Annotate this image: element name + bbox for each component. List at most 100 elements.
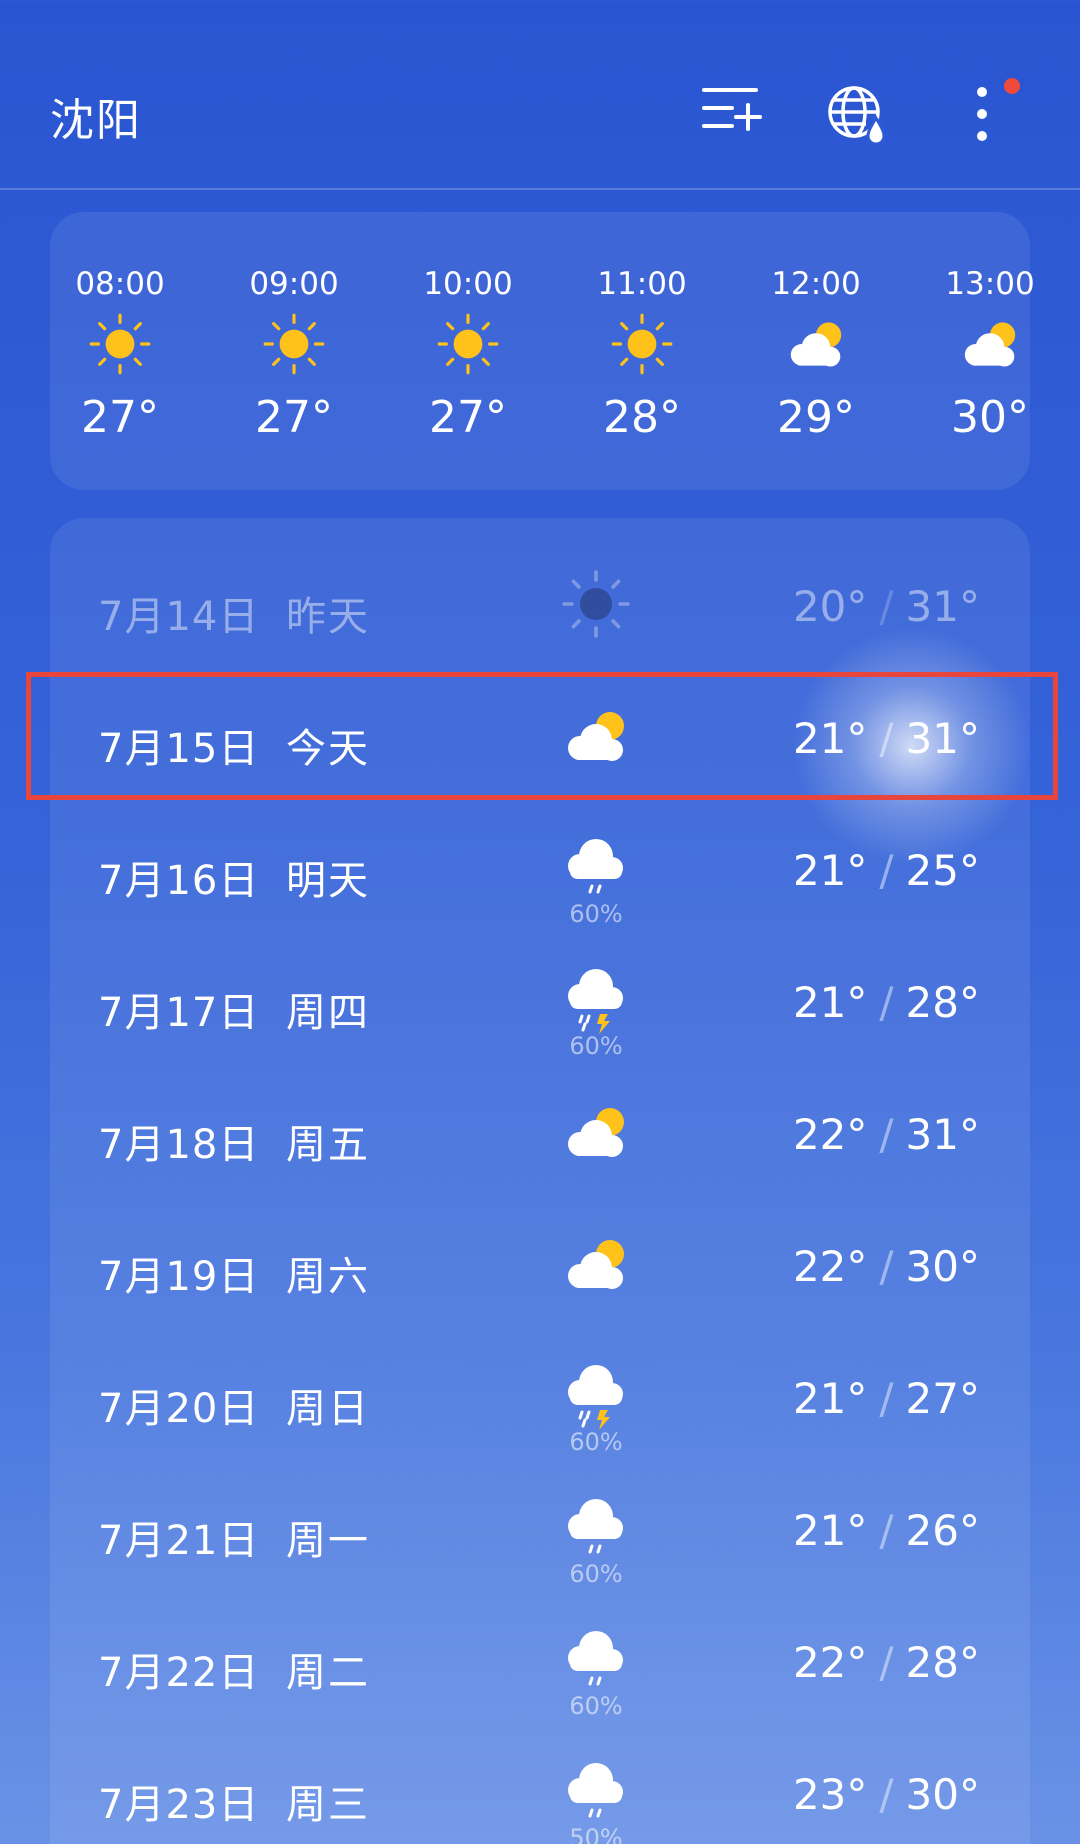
forecast-date: 7月16日 [98, 858, 260, 904]
temp-range: 22°/31° [793, 1110, 980, 1159]
forecast-row[interactable]: 7月23日 周三 50% 23°/30° [50, 1732, 1030, 1844]
temp-low: 23° [792, 1770, 868, 1819]
temp-range: 22°/28° [793, 1638, 980, 1687]
hour-item: 10:00 27° [398, 212, 538, 490]
temp-high: 31° [905, 582, 980, 631]
temp-separator: / [879, 1638, 894, 1687]
hour-item: 08:00 27° [50, 212, 190, 490]
hour-time: 12:00 [771, 266, 861, 302]
forecast-row[interactable]: 7月16日 明天 60% 21°/25° [50, 808, 1030, 940]
hourly-forecast[interactable]: 08:00 27° 09:00 27° 10:00 27° 11:00 28° … [50, 212, 1035, 490]
today-highlight-box [26, 672, 1058, 800]
temp-separator: / [879, 1374, 894, 1423]
temp-separator: / [879, 1242, 894, 1291]
precip-chance: 50% [569, 1824, 623, 1844]
temp-high: 25° [905, 846, 980, 895]
temp-range: 20°/31° [793, 582, 980, 631]
forecast-date: 7月19日 [98, 1254, 260, 1300]
forecast-row[interactable]: 7月22日 周二 60% 22°/28° [50, 1600, 1030, 1732]
forecast-date: 7月22日 [98, 1650, 260, 1696]
forecast-day: 周四 [286, 990, 370, 1036]
temp-high: 26° [905, 1506, 980, 1555]
forecast-row[interactable]: 7月19日 周六 22°/30° [50, 1204, 1030, 1336]
temp-range: 21°/28° [793, 978, 980, 1027]
forecast-date: 7月18日 [98, 1122, 260, 1168]
notification-dot [1004, 78, 1020, 94]
partly-cloudy-icon [556, 1092, 636, 1172]
sun-icon [556, 564, 636, 644]
temp-low: 21° [792, 846, 868, 895]
sun-icon [606, 308, 678, 380]
rain-icon [556, 1488, 636, 1568]
temp-low: 20° [792, 582, 868, 631]
temp-low: 22° [792, 1638, 868, 1687]
more-vert-icon[interactable] [970, 82, 994, 150]
hour-temp: 29° [777, 392, 855, 443]
forecast-day: 周六 [286, 1254, 370, 1300]
precip-chance: 60% [569, 1032, 623, 1060]
forecast-date: 7月23日 [98, 1782, 260, 1828]
sun-icon [84, 308, 156, 380]
hour-temp: 27° [429, 392, 507, 443]
temp-separator: / [879, 1770, 894, 1819]
forecast-row[interactable]: 7月14日 昨天 20°/31° [50, 544, 1030, 676]
hour-temp: 30° [951, 392, 1029, 443]
hour-time: 09:00 [249, 266, 339, 302]
thunderstorm-icon [556, 960, 636, 1040]
forecast-date: 7月17日 [98, 990, 260, 1036]
forecast-day: 周五 [286, 1122, 370, 1168]
forecast-row[interactable]: 7月20日 周日 60% 21°/27° [50, 1336, 1030, 1468]
sun-icon [258, 308, 330, 380]
city-name[interactable]: 沈阳 [50, 84, 142, 148]
temp-high: 30° [905, 1770, 980, 1819]
sun-icon [432, 308, 504, 380]
temp-separator: / [879, 1110, 894, 1159]
temp-range: 23°/30° [793, 1770, 980, 1819]
forecast-date: 7月20日 [98, 1386, 260, 1432]
forecast-day: 周日 [286, 1386, 370, 1432]
add-city-list-icon[interactable] [700, 82, 764, 142]
hour-time: 10:00 [423, 266, 513, 302]
temp-high: 30° [905, 1242, 980, 1291]
temp-separator: / [879, 1506, 894, 1555]
precip-chance: 60% [569, 1692, 623, 1720]
app-header: 沈阳 [0, 0, 1080, 190]
temp-high: 28° [905, 978, 980, 1027]
thunderstorm-icon [556, 1356, 636, 1436]
temp-range: 21°/25° [793, 846, 980, 895]
temp-high: 31° [905, 1110, 980, 1159]
hour-temp: 27° [255, 392, 333, 443]
hour-temp: 27° [81, 392, 159, 443]
forecast-row[interactable]: 7月17日 周四 60% 21°/28° [50, 940, 1030, 1072]
forecast-row[interactable]: 7月21日 周一 60% 21°/26° [50, 1468, 1030, 1600]
partly-cloudy-icon [556, 1224, 636, 1304]
rain-icon [556, 1752, 636, 1832]
forecast-day: 明天 [286, 858, 370, 904]
temp-high: 27° [905, 1374, 980, 1423]
forecast-row[interactable]: 7月18日 周五 22°/31° [50, 1072, 1030, 1204]
hour-temp: 28° [603, 392, 681, 443]
temp-low: 21° [792, 1374, 868, 1423]
temp-range: 22°/30° [793, 1242, 980, 1291]
temp-separator: / [879, 978, 894, 1027]
temp-separator: / [879, 582, 894, 631]
hour-time: 13:00 [945, 266, 1035, 302]
hour-item: 09:00 27° [224, 212, 364, 490]
precip-chance: 60% [569, 900, 623, 928]
temp-range: 21°/27° [793, 1374, 980, 1423]
rain-icon [556, 1620, 636, 1700]
hour-item: 13:00 30° [920, 212, 1060, 490]
temp-low: 21° [792, 1506, 868, 1555]
forecast-day: 周一 [286, 1518, 370, 1564]
forecast-date: 7月14日 [98, 594, 260, 640]
hour-item: 12:00 29° [746, 212, 886, 490]
hour-item: 11:00 28° [572, 212, 712, 490]
partly-cloudy-icon [780, 308, 852, 380]
precip-chance: 60% [569, 1428, 623, 1456]
forecast-day: 昨天 [286, 594, 370, 640]
globe-rain-icon[interactable] [826, 82, 890, 150]
forecast-date: 7月21日 [98, 1518, 260, 1564]
temp-low: 22° [792, 1242, 868, 1291]
temp-low: 21° [792, 978, 868, 1027]
hour-time: 08:00 [75, 266, 165, 302]
